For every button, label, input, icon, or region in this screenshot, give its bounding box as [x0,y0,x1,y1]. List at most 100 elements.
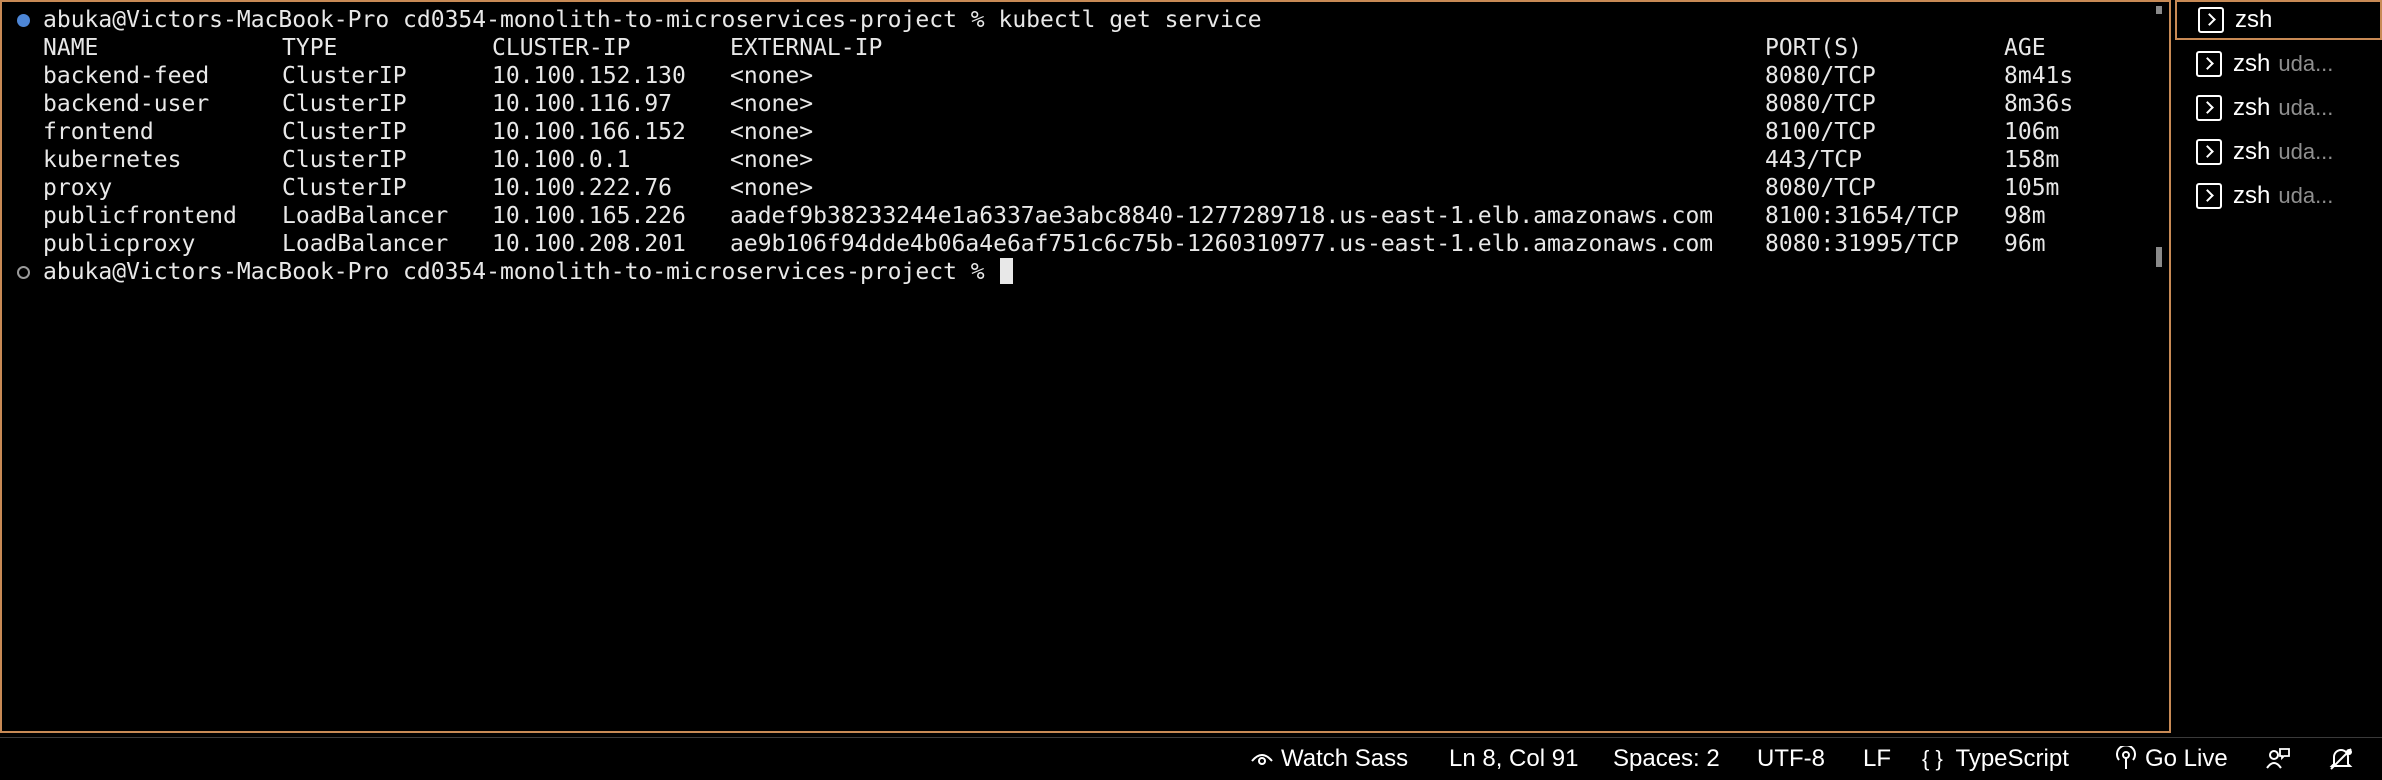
terminal-icon [2196,95,2222,121]
cell-cluster-ip: 10.100.0.1 [492,147,631,173]
cell-cluster-ip: 10.100.116.97 [492,91,673,117]
cell-type: ClusterIP [282,91,407,117]
cell-external-ip: ae9b106f94dde4b06a4e6af751c6c75b-1260310… [730,231,1714,257]
table-row: backend-user ClusterIP 10.100.116.97 <no… [2,90,2152,118]
terminal-tab-name: zsh [2233,94,2271,121]
cell-age: 106m [2004,119,2060,145]
cell-age: 96m [2004,231,2046,257]
cell-ports: 8080/TCP [1765,91,1876,117]
terminal-tab-description: uda... [2278,51,2334,76]
cell-cluster-ip: 10.100.165.226 [492,203,686,229]
table-row: backend-feed ClusterIP 10.100.152.130 <n… [2,62,2152,90]
terminal-tab[interactable]: zsh uda... [2175,44,2382,84]
terminal-icon [2196,183,2222,209]
cell-cluster-ip: 10.100.222.76 [492,175,673,201]
terminal-tab-name: zsh [2233,138,2271,165]
cell-cluster-ip: 10.100.166.152 [492,119,686,145]
terminal-icon [2196,139,2222,165]
cell-name: publicproxy [43,231,196,257]
command-pending-dot-icon[interactable] [17,266,30,279]
terminal-tab[interactable]: zsh [2175,0,2382,40]
go-live-label: Go Live [2145,745,2228,772]
header-age: AGE [2004,35,2046,61]
cell-ports: 8080/TCP [1765,175,1876,201]
scrollbar-marker [2156,6,2162,14]
cell-age: 105m [2004,175,2060,201]
cell-ports: 443/TCP [1765,147,1862,173]
terminal-tab[interactable]: zsh uda... [2175,132,2382,172]
cell-name: backend-user [43,91,210,117]
terminal-tab[interactable]: zsh uda... [2175,176,2382,216]
eye-icon [1251,754,1273,765]
cell-cluster-ip: 10.100.152.130 [492,63,686,89]
cell-name: publicfrontend [43,203,237,229]
terminal-tab-description: uda... [2278,183,2334,208]
watch-sass-button[interactable]: Watch Sass [1251,738,1408,780]
header-type: TYPE [282,35,338,61]
header-ports: PORT(S) [1765,35,1862,61]
current-prompt-line[interactable]: abuka@Victors-MacBook-Pro cd0354-monolit… [2,258,2152,286]
cell-name: proxy [43,175,113,201]
terminal-icon [2196,51,2222,77]
person-feedback-icon [2266,748,2290,769]
terminal-tab[interactable]: zsh uda... [2175,88,2382,128]
line-ending-setting[interactable]: LF [1863,738,1891,780]
cell-age: 8m36s [2004,91,2074,117]
current-prompt: abuka@Victors-MacBook-Pro cd0354-monolit… [43,258,1014,286]
cell-name: kubernetes [43,147,182,173]
cell-ports: 8080/TCP [1765,63,1876,89]
terminal-tab-name: zsh [2235,6,2273,33]
cell-ports: 8080:31995/TCP [1765,231,1959,257]
status-bar: Watch Sass Ln 8, Col 91 Spaces: 2 UTF-8 … [0,737,2382,780]
cell-type: LoadBalancer [282,231,449,257]
prompt: abuka@Victors-MacBook-Pro cd0354-monolit… [43,259,985,285]
cell-name: backend-feed [43,63,210,89]
indentation-setting[interactable]: Spaces: 2 [1613,738,1720,780]
go-live-button[interactable]: Go Live [2115,738,2228,780]
cell-ports: 8100:31654/TCP [1765,203,1959,229]
cell-external-ip: <none> [730,91,814,117]
cell-cluster-ip: 10.100.208.201 [492,231,686,257]
terminal-tabs-list: zsh zsh uda... zsh uda... zsh uda... zsh… [2175,0,2382,733]
scrollbar-thumb[interactable] [2156,247,2162,267]
command-line: abuka@Victors-MacBook-Pro cd0354-monolit… [2,6,2152,34]
terminal-tab-name: zsh [2233,50,2271,77]
command-text: abuka@Victors-MacBook-Pro cd0354-monolit… [43,6,1262,34]
accounts-button[interactable] [2265,738,2291,780]
terminal-cursor [1000,258,1014,284]
cell-external-ip: <none> [730,175,814,201]
table-row: publicfrontend LoadBalancer 10.100.165.2… [2,202,2152,230]
cell-age: 158m [2004,147,2060,173]
terminal-output[interactable]: abuka@Victors-MacBook-Pro cd0354-monolit… [2,6,2152,286]
terminal-icon [2198,7,2224,33]
cell-name: frontend [43,119,154,145]
encoding-setting[interactable]: UTF-8 [1757,738,1825,780]
table-row: frontend ClusterIP 10.100.166.152 <none>… [2,118,2152,146]
notifications-button[interactable] [2328,738,2354,780]
cell-external-ip: <none> [730,63,814,89]
cell-external-ip: aadef9b38233244e1a6337ae3abc8840-1277289… [730,203,1714,229]
cell-type: LoadBalancer [282,203,449,229]
header-name: NAME [43,35,99,61]
cell-external-ip: <none> [730,119,814,145]
cell-external-ip: <none> [730,147,814,173]
broadcast-icon [2116,744,2136,769]
cell-type: ClusterIP [282,119,407,145]
cell-age: 8m41s [2004,63,2074,89]
command: kubectl get service [998,7,1262,33]
terminal-tab-description: uda... [2278,95,2334,120]
command-success-dot-icon[interactable] [17,14,30,27]
bell-slash-icon [2329,748,2353,770]
cursor-position[interactable]: Ln 8, Col 91 [1449,738,1578,780]
terminal-tab-description: uda... [2278,139,2334,164]
table-row: proxy ClusterIP 10.100.222.76 <none> 808… [2,174,2152,202]
prompt: abuka@Victors-MacBook-Pro cd0354-monolit… [43,7,985,33]
table-row: kubernetes ClusterIP 10.100.0.1 <none> 4… [2,146,2152,174]
language-label: TypeScript [1955,745,2069,772]
header-external-ip: EXTERNAL-IP [730,35,883,61]
terminal-panel[interactable]: abuka@Victors-MacBook-Pro cd0354-monolit… [0,0,2171,733]
header-cluster-ip: CLUSTER-IP [492,35,631,61]
cell-type: ClusterIP [282,147,407,173]
watch-sass-label: Watch Sass [1281,745,1409,772]
language-mode[interactable]: { } TypeScript [1922,738,2069,780]
